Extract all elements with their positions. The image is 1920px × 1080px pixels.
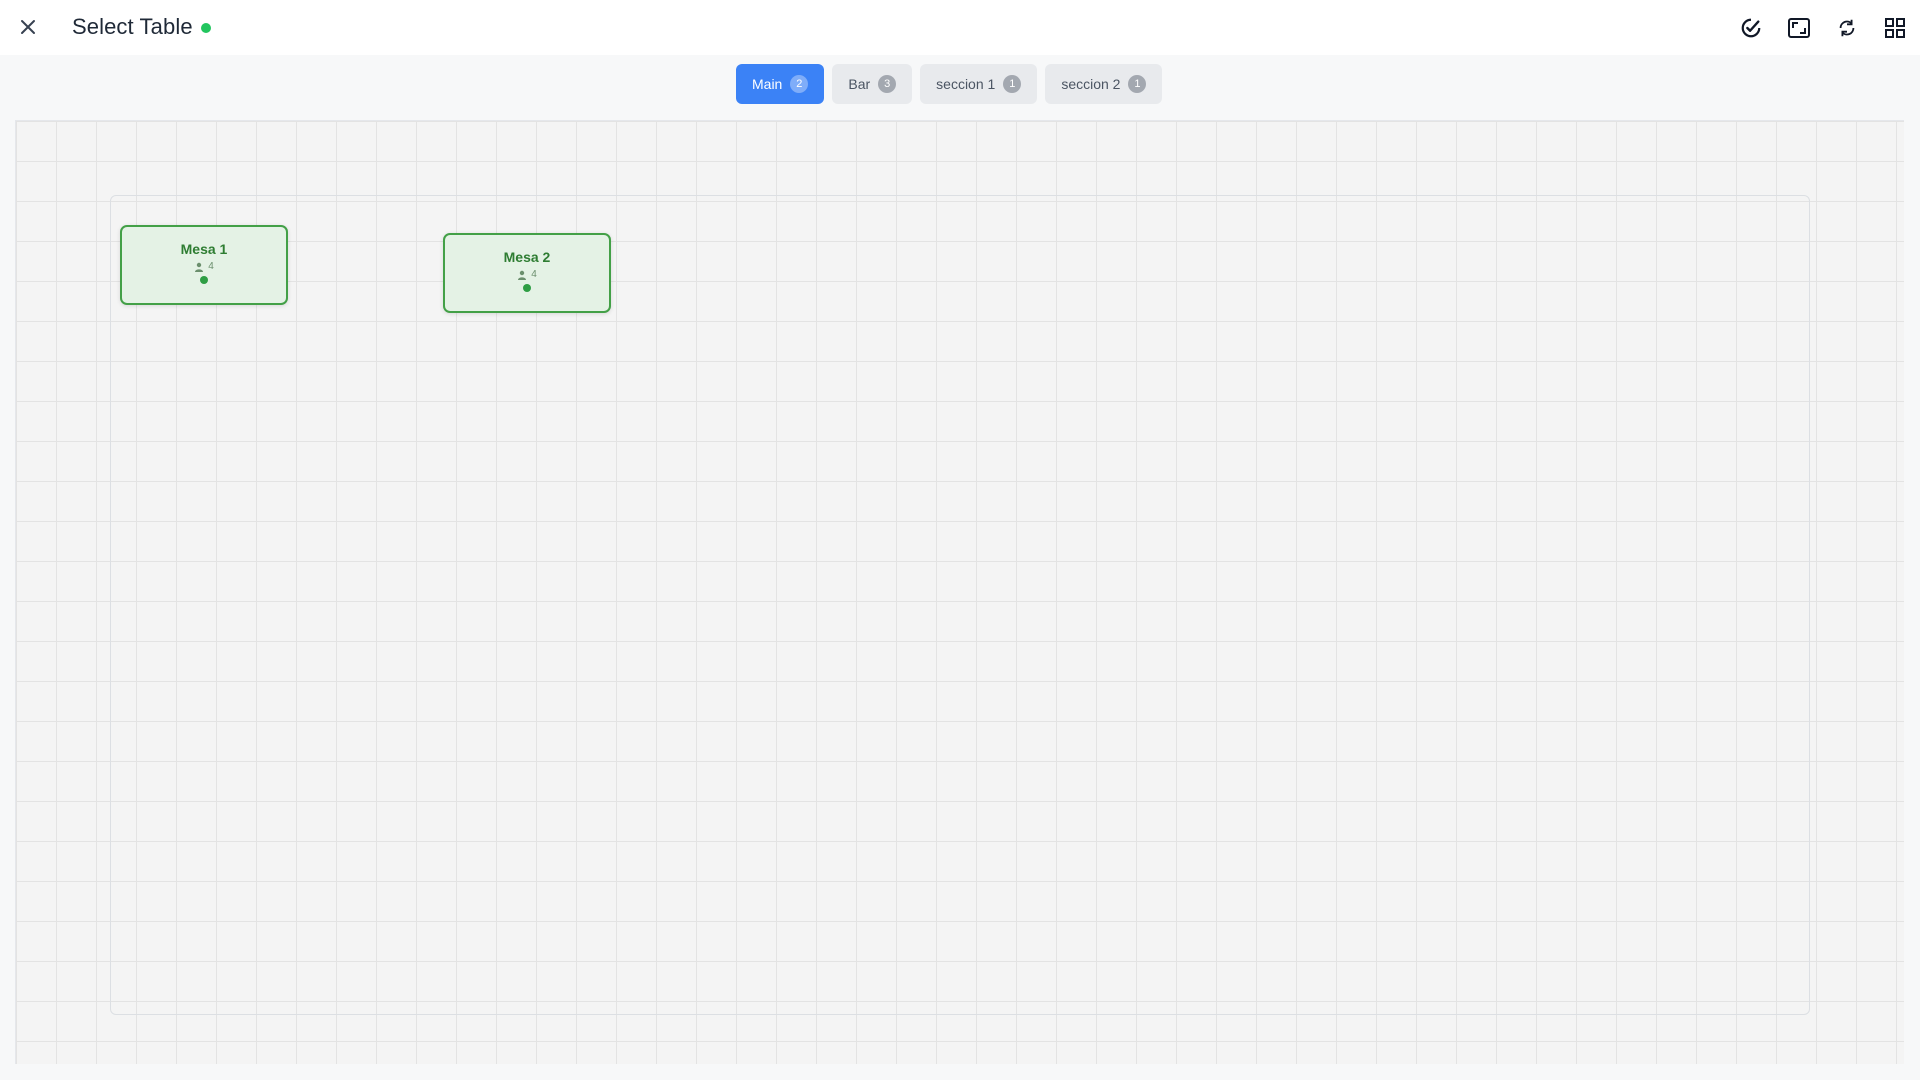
- fit-screen-button[interactable]: [1785, 14, 1813, 42]
- tab-bar[interactable]: Bar 3: [832, 64, 913, 104]
- connection-status-dot: [200, 23, 211, 33]
- table-name: Mesa 1: [180, 241, 228, 257]
- compass-check-icon: [1741, 18, 1761, 38]
- section-area-boundary: [110, 195, 1810, 1015]
- table-seats: 4: [517, 269, 537, 280]
- tab-label: Main: [752, 76, 783, 92]
- tab-seccion-2[interactable]: seccion 2 1: [1045, 64, 1163, 104]
- table-name: Mesa 2: [503, 249, 551, 265]
- tab-label: Bar: [848, 76, 871, 92]
- table-status-dot: [200, 276, 208, 284]
- top-bar: Select Table: [0, 0, 1920, 55]
- table-seats: 4: [194, 261, 214, 272]
- section-tabs: Main 2 Bar 3 seccion 1 1 seccion 2 1: [736, 64, 1163, 104]
- tab-main[interactable]: Main 2: [736, 64, 825, 104]
- page-title: Select Table: [72, 14, 193, 39]
- tab-seccion-1[interactable]: seccion 1 1: [920, 64, 1038, 104]
- tab-label: seccion 2: [1061, 76, 1121, 92]
- tab-count-badge: 3: [878, 75, 897, 93]
- grid-view-button[interactable]: [1881, 14, 1909, 42]
- table-status-dot: [523, 284, 531, 292]
- tab-label: seccion 1: [936, 76, 996, 92]
- table-card-mesa-2[interactable]: Mesa 2 4: [443, 233, 611, 313]
- refresh-button[interactable]: [1833, 14, 1861, 42]
- seat-count: 4: [208, 261, 214, 272]
- close-icon: [21, 20, 35, 34]
- tab-count-badge: 1: [1128, 75, 1147, 93]
- tab-count-badge: 1: [1003, 75, 1022, 93]
- table-card-mesa-1[interactable]: Mesa 1 4: [120, 225, 288, 305]
- seat-count: 4: [531, 269, 537, 280]
- refresh-icon: [1839, 19, 1855, 37]
- title-area: Select Table: [72, 14, 211, 40]
- tab-count-badge: 2: [790, 75, 809, 93]
- floor-plan-canvas[interactable]: Mesa 1 4 Mesa 2 4: [15, 120, 1904, 1064]
- compass-check-button[interactable]: [1737, 14, 1765, 42]
- close-button[interactable]: [16, 15, 40, 39]
- person-icon: [195, 262, 204, 272]
- person-icon: [518, 270, 527, 280]
- grid-view-icon: [1885, 18, 1905, 38]
- fit-screen-icon: [1788, 18, 1810, 38]
